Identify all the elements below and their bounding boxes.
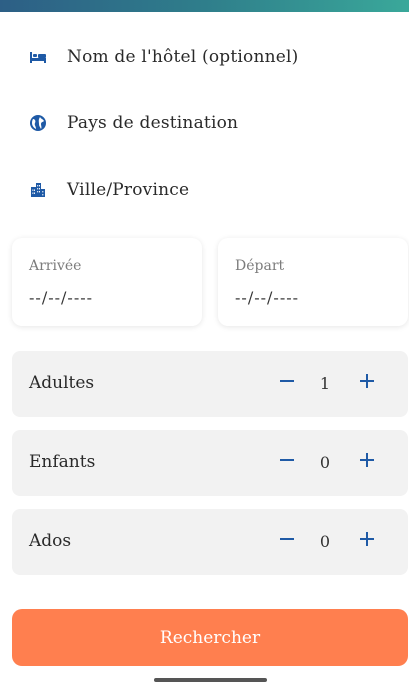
teens-count: 0 — [319, 532, 331, 551]
teens-label: Ados — [29, 531, 72, 551]
arrival-date-label: Arrivée — [29, 258, 82, 274]
home-indicator — [154, 678, 267, 682]
arrival-date-field[interactable]: Arrivée --/--/---- — [12, 238, 202, 326]
adults-label: Adultes — [29, 373, 95, 393]
bed-icon — [28, 47, 48, 67]
city-province-label: Ville/Province — [67, 180, 190, 200]
plus-icon — [359, 452, 375, 472]
departure-date-label: Départ — [235, 258, 285, 274]
arrival-date-value: --/--/---- — [29, 288, 94, 307]
plus-icon — [359, 531, 375, 551]
teens-decrement-button[interactable] — [273, 527, 301, 555]
adults-decrement-button[interactable] — [273, 369, 301, 397]
children-increment-button[interactable] — [353, 448, 381, 476]
hotel-name-label: Nom de l'hôtel (optionnel) — [67, 47, 299, 67]
departure-date-value: --/--/---- — [235, 288, 300, 307]
adults-counter: Adultes 1 — [12, 351, 408, 417]
search-button[interactable]: Rechercher — [12, 609, 408, 666]
children-label: Enfants — [29, 452, 96, 472]
children-count: 0 — [319, 453, 331, 472]
teens-counter: Ados 0 — [12, 509, 408, 575]
minus-icon — [279, 373, 295, 393]
plus-icon — [359, 373, 375, 393]
children-decrement-button[interactable] — [273, 448, 301, 476]
adults-increment-button[interactable] — [353, 369, 381, 397]
children-counter: Enfants 0 — [12, 430, 408, 496]
header-gradient-band — [0, 0, 409, 12]
globe-icon — [28, 113, 48, 133]
destination-country-field[interactable]: Pays de destination — [0, 103, 409, 143]
hotel-name-field[interactable]: Nom de l'hôtel (optionnel) — [0, 37, 409, 77]
city-icon — [28, 180, 48, 200]
departure-date-field[interactable]: Départ --/--/---- — [218, 238, 408, 326]
minus-icon — [279, 531, 295, 551]
city-province-field[interactable]: Ville/Province — [0, 170, 409, 210]
teens-increment-button[interactable] — [353, 527, 381, 555]
adults-count: 1 — [319, 374, 331, 393]
minus-icon — [279, 452, 295, 472]
destination-country-label: Pays de destination — [67, 113, 239, 133]
